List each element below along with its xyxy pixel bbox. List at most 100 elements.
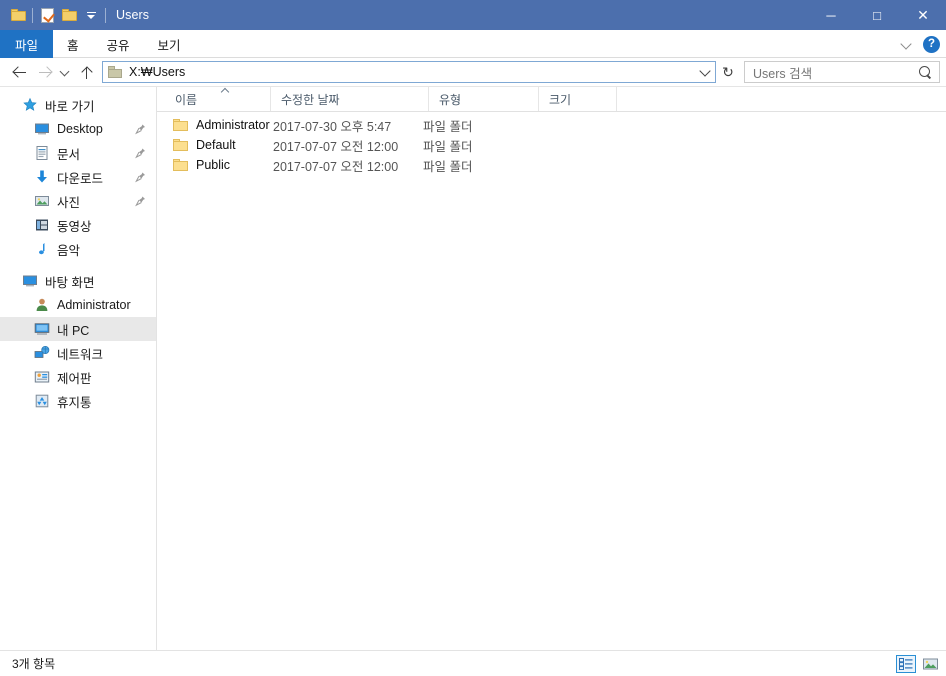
file-rows: Administrator 2017-07-30 오후 5:47 파일 폴더 D… [157,112,946,650]
sidebar-item-downloads[interactable]: 다운로드 [0,165,156,189]
folder-icon [173,119,188,131]
desktop-icon [22,273,38,289]
star-icon [22,97,38,113]
column-header-label: 수정한 날짜 [281,92,340,107]
large-icons-view-icon [922,658,938,669]
sidebar-item-recycle-bin[interactable]: 휴지통 [0,389,156,413]
downloads-icon [34,169,50,185]
sidebar-item-label: Administrator [57,298,131,312]
file-name-cell: Administrator [173,118,273,132]
control-panel-icon [34,369,50,385]
date-modified-cell: 2017-07-30 오후 5:47 [273,119,392,134]
videos-icon [34,217,50,233]
column-header-size[interactable]: 크기 [539,87,617,111]
type-cell: 파일 폴더 [423,159,473,174]
sidebar-item-documents[interactable]: 문서 [0,141,156,165]
pin-icon [135,172,146,183]
sidebar-item-desktop[interactable]: Desktop [0,117,156,141]
column-header-type[interactable]: 유형 [429,87,539,111]
item-count-label: 3개 항목 [12,657,56,671]
sidebar-item-pictures[interactable]: 사진 [0,189,156,213]
sidebar-item-control-panel[interactable]: 제어판 [0,365,156,389]
sidebar-item-label: 사진 [57,195,81,210]
toolbar-separator [32,7,33,23]
address-bar[interactable]: X:₩Users [102,61,716,83]
column-header-date-modified[interactable]: 수정한 날짜 [271,87,429,111]
column-header-name[interactable]: 이름 [165,87,271,111]
type-cell: 파일 폴더 [423,139,473,154]
recent-locations-button[interactable] [56,60,74,84]
tab-home[interactable]: 홈 [53,30,93,58]
minimize-icon: ─ [826,7,836,23]
large-icons-view-button[interactable] [920,655,940,673]
help-icon[interactable]: ? [923,35,940,53]
table-row[interactable]: Public 2017-07-07 오전 12:00 파일 폴더 [157,155,946,175]
pin-icon [135,148,146,159]
sidebar-item-label: 바탕 화면 [45,275,95,290]
sort-ascending-icon [221,89,230,94]
table-row[interactable]: Default 2017-07-07 오전 12:00 파일 폴더 [157,135,946,155]
status-bar: 3개 항목 [0,650,946,676]
search-input[interactable]: Users 검색 [753,63,812,82]
file-name-cell: Default [173,138,273,152]
address-text: X:₩Users [129,65,186,79]
date-modified-cell: 2017-07-07 오전 12:00 [273,159,399,174]
table-row[interactable]: Administrator 2017-07-30 오후 5:47 파일 폴더 [157,115,946,135]
sidebar-item-network[interactable]: 네트워크 [0,341,156,365]
up-button[interactable] [74,60,98,84]
sidebar-item-music[interactable]: 음악 [0,237,156,261]
view-toggle-group [896,654,940,673]
network-icon [34,345,50,361]
back-button[interactable] [8,60,32,84]
close-button[interactable]: ✕ [900,0,946,30]
sidebar-item-label: 음악 [57,243,81,258]
file-name: Default [196,138,236,152]
sidebar-item-desktop-tree[interactable]: 바탕 화면 [0,269,156,293]
maximize-button[interactable]: □ [854,0,900,30]
close-icon: ✕ [917,7,929,23]
customize-quick-access-toolbar-icon[interactable] [80,4,102,26]
quick-access-toolbar: Users [0,0,149,30]
sidebar-item-label: 휴지통 [57,395,92,410]
sidebar-item-label: Desktop [57,122,103,136]
folder-icon [173,159,188,171]
pin-icon [135,124,146,135]
sidebar-item-label: 내 PC [57,323,90,338]
minimize-button[interactable]: ─ [808,0,854,30]
sidebar-item-videos[interactable]: 동영상 [0,213,156,237]
new-folder-icon[interactable] [58,4,80,26]
file-name: Administrator [196,118,270,132]
title-bar: Users ─ □ ✕ [0,0,946,30]
search-box[interactable]: Users 검색 [744,61,940,83]
sidebar-item-administrator[interactable]: Administrator [0,293,156,317]
sidebar-item-quick-access[interactable]: 바로 가기 [0,93,156,117]
address-dropdown-icon[interactable] [695,62,715,82]
chevron-down-icon[interactable] [901,38,913,50]
forward-button[interactable] [32,60,56,84]
details-view-button[interactable] [896,654,916,673]
pictures-icon [34,193,50,209]
properties-icon[interactable] [36,4,58,26]
refresh-button[interactable]: ↻ [716,60,740,84]
sidebar-item-this-pc[interactable]: 내 PC [0,317,156,341]
sidebar-separator [0,261,156,269]
arrow-up-icon [79,65,94,80]
this-pc-icon [34,321,50,337]
sidebar-item-label: 동영상 [57,219,92,234]
type-cell: 파일 폴더 [423,119,473,134]
folder-icon [108,66,122,78]
sidebar-item-label: 제어판 [57,371,92,386]
sidebar-item-label: 문서 [57,147,81,162]
folder-icon[interactable] [7,4,29,26]
user-icon [34,297,50,313]
tab-share[interactable]: 공유 [93,30,144,58]
sidebar-item-label: 네트워크 [57,347,104,362]
refresh-icon: ↻ [722,64,734,80]
documents-icon [34,145,50,161]
tab-view[interactable]: 보기 [144,30,195,58]
toolbar-separator-2 [105,7,106,23]
details-view-icon [899,657,913,670]
ribbon-right-controls: ? [901,30,940,58]
column-headers: 이름 수정한 날짜 유형 크기 [157,87,946,112]
tab-file[interactable]: 파일 [0,30,54,58]
